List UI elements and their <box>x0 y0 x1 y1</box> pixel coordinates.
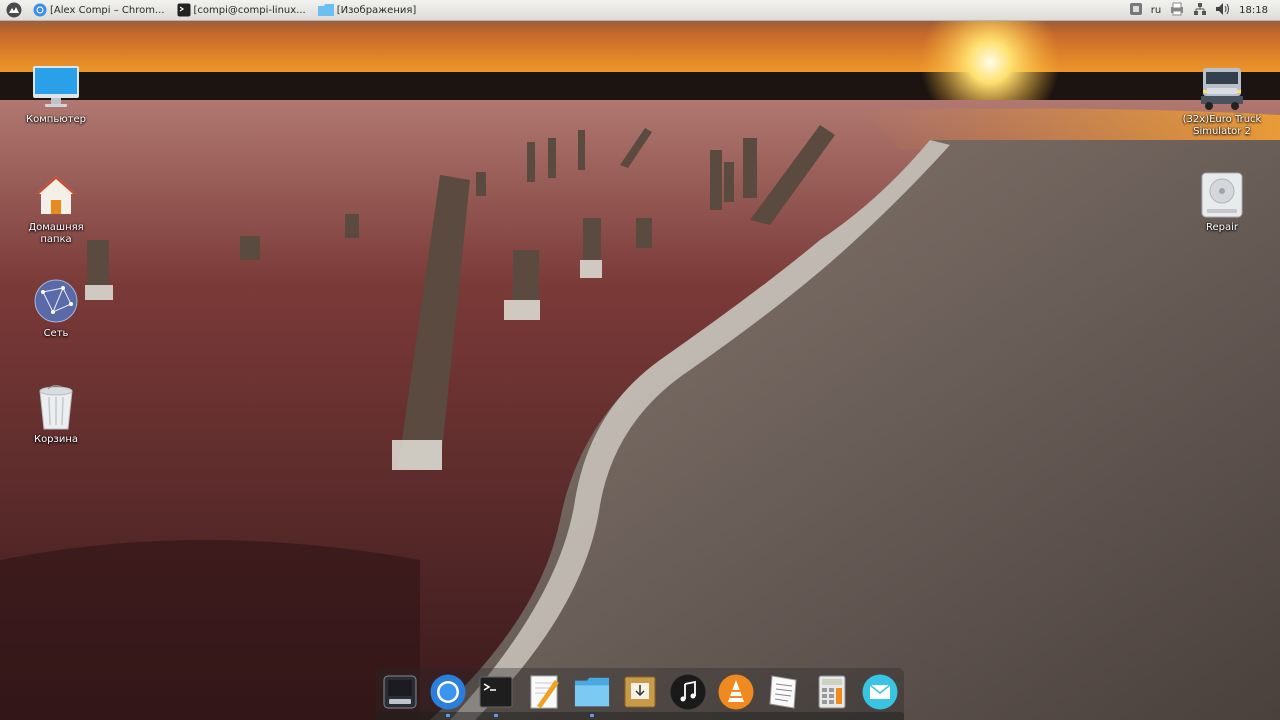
text-editor-icon <box>530 675 559 709</box>
dock-item-archive-manager[interactable] <box>622 674 658 710</box>
desktop-icon-label: Repair <box>1205 222 1239 233</box>
task-label: [Alex Compi – Chrom... <box>50 4 165 16</box>
volume-icon[interactable] <box>1215 2 1231 19</box>
network-icon <box>8 276 104 326</box>
system-tray: ru 18:18 <box>1129 0 1280 20</box>
desktop-icon-home-folder[interactable]: Домашняя папка <box>8 170 104 246</box>
running-indicator <box>494 714 498 717</box>
running-indicator <box>590 714 594 717</box>
dock-item-text-editor[interactable] <box>526 674 562 710</box>
clock[interactable]: 18:18 <box>1239 5 1268 16</box>
whisker-menu-icon <box>6 2 22 18</box>
dock-item-terminal[interactable] <box>478 674 514 710</box>
task-terminal[interactable]: [compi@compi-linux... <box>174 0 309 20</box>
dock <box>376 668 904 720</box>
dock-item-system-monitor[interactable] <box>382 674 418 710</box>
desktop-icon-computer[interactable]: Компьютер <box>8 62 104 126</box>
update-notifier-icon[interactable] <box>1129 2 1143 19</box>
archive-manager-icon <box>624 676 656 708</box>
dock-item-document[interactable] <box>766 674 802 710</box>
file-manager-icon <box>574 677 610 707</box>
task-file-manager[interactable]: [Изображения] <box>315 0 420 20</box>
system-monitor-icon <box>383 675 417 709</box>
desktop-icon-label: (32x)Euro Truck Simulator 2 <box>1182 114 1262 137</box>
dock-item-calculator[interactable] <box>814 674 850 710</box>
desktop-icon-label: Компьютер <box>26 114 86 125</box>
chromium-icon <box>430 674 466 710</box>
task-label: [Изображения] <box>336 4 417 16</box>
drive-icon <box>1174 170 1270 220</box>
vlc-icon <box>718 674 754 710</box>
music-player-icon <box>670 674 706 710</box>
dock-item-file-manager[interactable] <box>574 674 610 710</box>
task-label: [compi@compi-linux... <box>193 4 306 16</box>
dock-shelf <box>376 712 904 720</box>
chromium-icon <box>33 3 47 17</box>
network-status-icon[interactable] <box>1193 2 1207 19</box>
mail-icon <box>862 674 898 710</box>
dock-item-music-player[interactable] <box>670 674 706 710</box>
terminal-icon <box>479 676 513 708</box>
desktop-wallpaper <box>0 0 1280 720</box>
printer-icon[interactable] <box>1169 2 1185 19</box>
terminal-icon <box>177 3 191 17</box>
top-panel: [Alex Compi – Chrom... [compi@compi-linu… <box>0 0 1280 21</box>
applications-menu-button[interactable] <box>4 0 24 20</box>
desktop-icon-repair-drive[interactable]: Repair <box>1174 170 1270 234</box>
dock-item-mail[interactable] <box>862 674 898 710</box>
home-folder-icon <box>8 170 104 220</box>
trash-icon <box>8 382 104 432</box>
desktop-icon-euro-truck-simulator[interactable]: (32x)Euro Truck Simulator 2 <box>1174 62 1270 138</box>
calculator-icon <box>818 675 846 709</box>
folder-icon <box>317 3 334 17</box>
desktop-icon-label: Домашняя папка <box>28 222 84 245</box>
desktop-icon-label: Корзина <box>33 434 79 445</box>
desktop-icon-label: Сеть <box>43 328 69 339</box>
running-indicator <box>446 714 450 717</box>
desktop-icon-network[interactable]: Сеть <box>8 276 104 340</box>
dock-item-chromium[interactable] <box>430 674 466 710</box>
task-chromium[interactable]: [Alex Compi – Chrom... <box>30 0 168 20</box>
keyboard-layout-indicator[interactable]: ru <box>1151 5 1161 16</box>
computer-icon <box>8 62 104 112</box>
desktop-icon-trash[interactable]: Корзина <box>8 382 104 446</box>
dock-item-vlc[interactable] <box>718 674 754 710</box>
truck-icon <box>1174 62 1270 112</box>
document-icon <box>769 675 797 709</box>
